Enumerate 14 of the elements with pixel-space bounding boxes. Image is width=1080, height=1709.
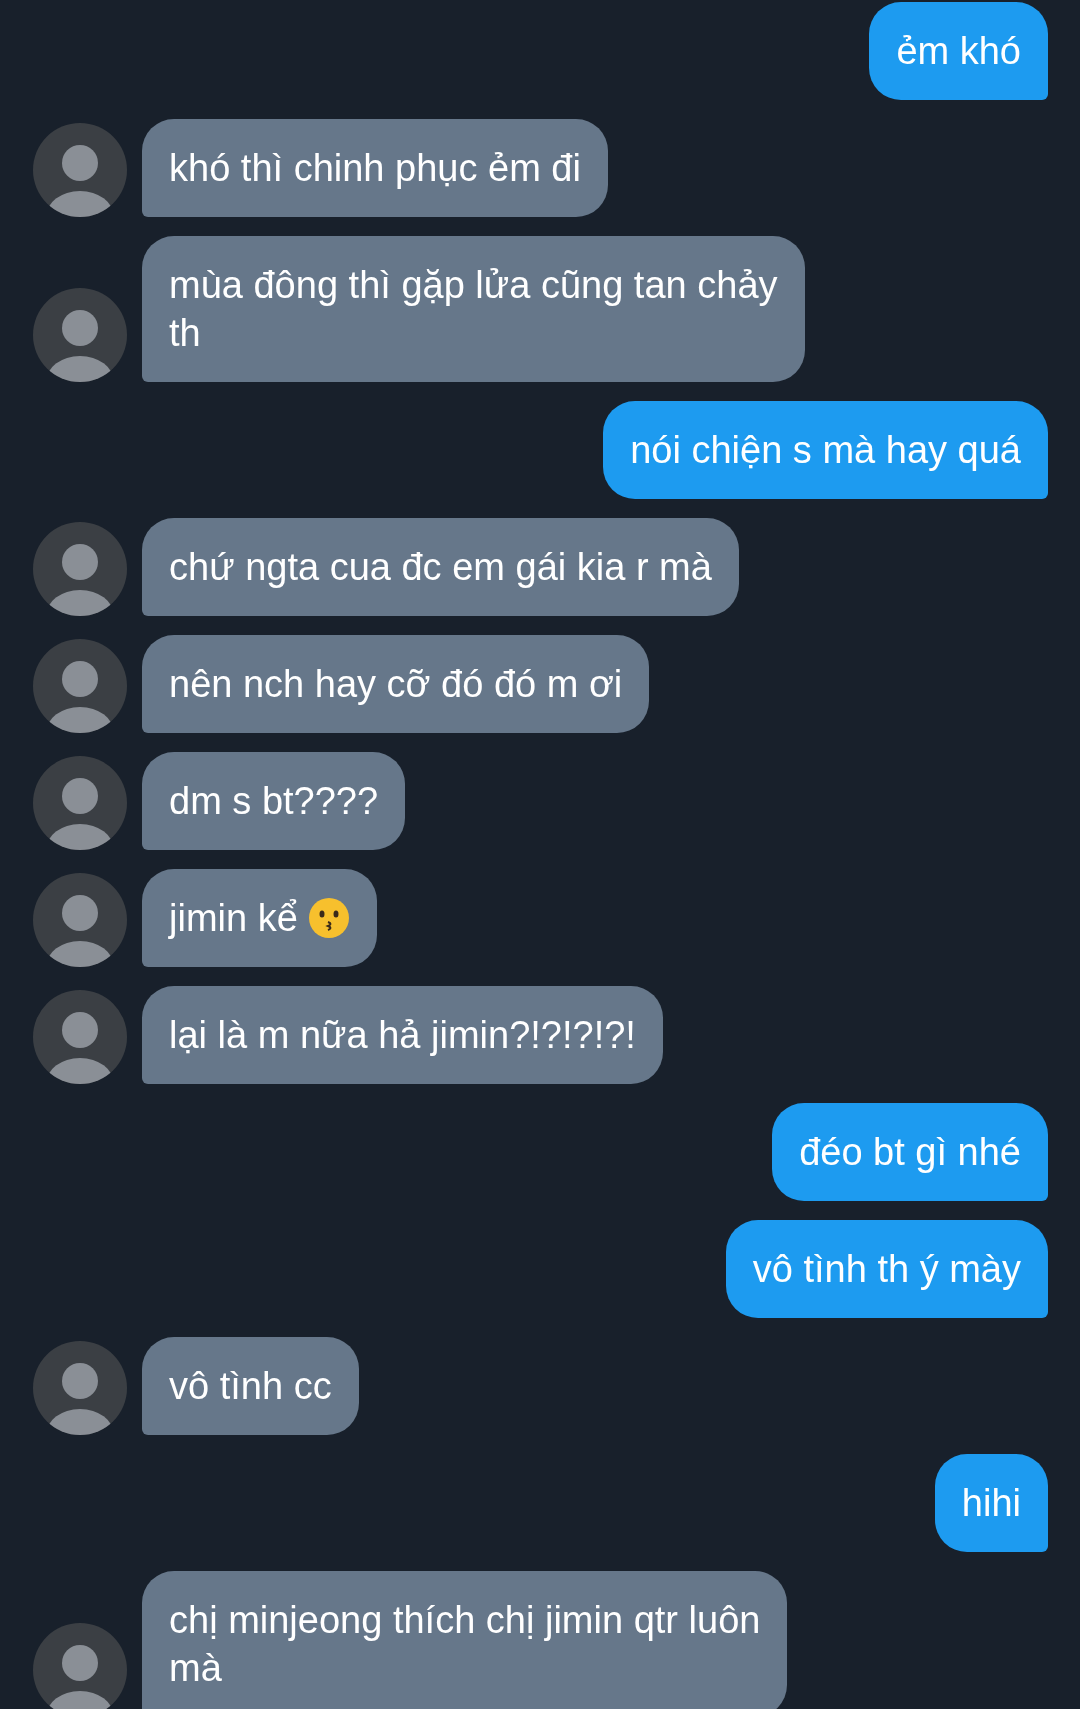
outgoing-message: đéo bt gì nhé: [772, 1103, 1048, 1201]
incoming-message: mùa đông thì gặp lửa cũng tan chảy th: [142, 236, 805, 382]
incoming-message: lại là m nữa hả jimin?!?!?!?!: [142, 986, 663, 1084]
outgoing-message: nói chiện s mà hay quá: [603, 401, 1048, 499]
incoming-message: khó thì chinh phục ẻm đi: [142, 119, 608, 217]
incoming-message: vô tình cc: [142, 1337, 359, 1435]
incoming-message: chứ ngta cua đc em gái kia r mà: [142, 518, 739, 616]
incoming-message: chị minjeong thích chị jimin qtr luôn mà: [142, 1571, 788, 1709]
incoming-message: nên nch hay cỡ đó đó m ơi: [142, 635, 650, 733]
incoming-message: dm s bt????: [142, 752, 406, 850]
outgoing-message: vô tình th ý mày: [725, 1220, 1048, 1318]
incoming-message: jimin kể: [142, 869, 377, 967]
outgoing-message: ẻm khó: [869, 2, 1048, 100]
outgoing-message: hihi: [934, 1454, 1048, 1552]
